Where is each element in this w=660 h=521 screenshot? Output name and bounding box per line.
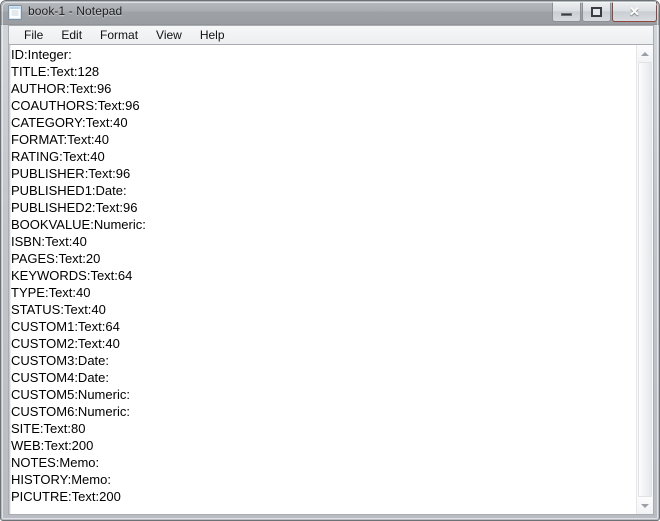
maximize-button[interactable] xyxy=(582,2,611,22)
vertical-scrollbar[interactable] xyxy=(636,45,653,514)
scroll-down-button[interactable] xyxy=(637,497,653,514)
text-line: FORMAT:Text:40 xyxy=(11,132,110,147)
text-line: CUSTOM2:Text:40 xyxy=(11,336,120,351)
scrollbar-thumb[interactable] xyxy=(638,62,652,497)
text-line: PUBLISHER:Text:96 xyxy=(11,166,131,181)
menu-item-format[interactable]: Format xyxy=(91,27,147,44)
text-line: PUBLISHED1:Date: xyxy=(11,183,127,198)
text-line: ISBN:Text:40 xyxy=(11,234,87,249)
text-line: TYPE:Text:40 xyxy=(11,285,91,300)
text-line: WEB:Text:200 xyxy=(11,438,94,453)
menu-item-edit[interactable]: Edit xyxy=(52,27,91,44)
window-title: book-1 - Notepad xyxy=(28,4,123,18)
text-line: ID:Integer: xyxy=(11,47,72,62)
scroll-up-button[interactable] xyxy=(637,45,653,62)
minimize-button[interactable] xyxy=(552,2,581,22)
title-bar[interactable]: book-1 - Notepad ✕ xyxy=(1,1,659,25)
scroll-up-icon xyxy=(641,51,649,56)
notepad-window: book-1 - Notepad ✕ File Edit Format View… xyxy=(0,0,660,521)
text-line: CUSTOM4:Date: xyxy=(11,370,110,385)
text-line: BOOKVALUE:Numeric: xyxy=(11,217,146,232)
text-line: COAUTHORS:Text:96 xyxy=(11,98,140,113)
text-line: PICUTRE:Text:200 xyxy=(11,489,121,504)
scroll-down-icon xyxy=(641,503,649,508)
scrollbar-track[interactable] xyxy=(637,62,653,497)
text-line: CUSTOM5:Numeric: xyxy=(11,387,130,402)
text-line: HISTORY:Memo: xyxy=(11,472,111,487)
close-button[interactable]: ✕ xyxy=(612,2,657,22)
text-line: KEYWORDS:Text:64 xyxy=(11,268,133,283)
text-line: AUTHOR:Text:96 xyxy=(11,81,112,96)
text-line: CUSTOM3:Date: xyxy=(11,353,110,368)
text-line: STATUS:Text:40 xyxy=(11,302,106,317)
caption-button-group: ✕ xyxy=(551,2,657,22)
maximize-icon xyxy=(591,6,602,17)
menu-item-view[interactable]: View xyxy=(147,27,191,44)
notepad-icon xyxy=(8,5,22,20)
text-line: RATING:Text:40 xyxy=(11,149,105,164)
menu-item-help[interactable]: Help xyxy=(191,27,234,44)
text-line: NOTES:Memo: xyxy=(11,455,100,470)
text-line: PAGES:Text:20 xyxy=(11,251,101,266)
menu-item-file[interactable]: File xyxy=(15,27,52,44)
minimize-icon xyxy=(561,12,572,16)
text-line: SITE:Text:80 xyxy=(11,421,86,436)
menu-bar: File Edit Format View Help xyxy=(8,25,654,44)
text-line: CUSTOM1:Text:64 xyxy=(11,319,120,334)
close-icon: ✕ xyxy=(629,4,640,19)
text-line: CUSTOM6:Numeric: xyxy=(11,404,130,419)
text-line: CATEGORY:Text:40 xyxy=(11,115,128,130)
text-editor[interactable]: ID:Integer: TITLE:Text:128 AUTHOR:Text:96 C… xyxy=(9,45,636,514)
text-line: PUBLISHED2:Text:96 xyxy=(11,200,138,215)
editor-client-area: ID:Integer: TITLE:Text:128 AUTHOR:Text:96 C… xyxy=(8,44,654,515)
text-line: TITLE:Text:128 xyxy=(11,64,100,79)
